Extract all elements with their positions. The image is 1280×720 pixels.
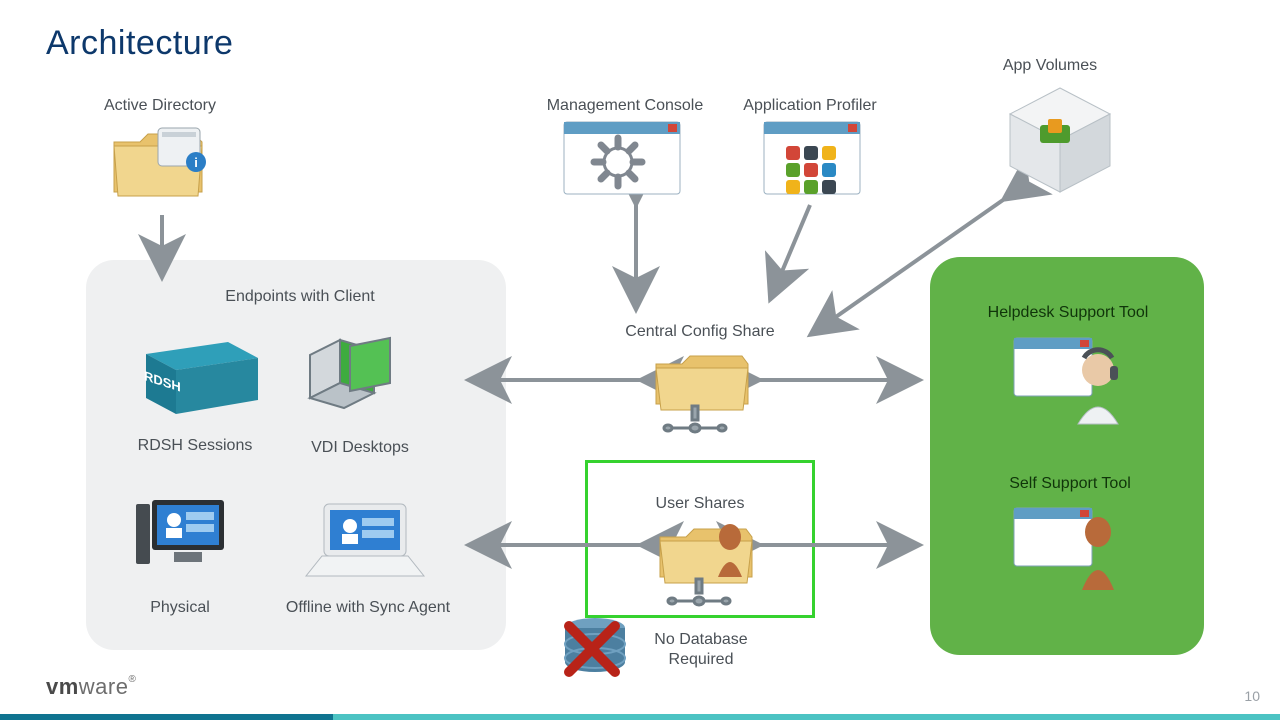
management-console-icon (560, 116, 690, 206)
vmware-logo: vmware® (46, 674, 136, 700)
footer-accent-bar (0, 714, 1280, 720)
user-shares-folder-icon (652, 515, 762, 615)
central-config-folder-icon (648, 342, 758, 442)
offline-laptop-icon (300, 498, 430, 588)
app-volumes-label: App Volumes (980, 56, 1120, 76)
application-profiler-icon (760, 116, 870, 206)
central-config-label: Central Config Share (600, 322, 800, 342)
rdsh-label: RDSH Sessions (120, 436, 270, 456)
user-shares-label: User Shares (640, 494, 760, 514)
no-database-icon (555, 612, 635, 690)
helpdesk-label: Helpdesk Support Tool (958, 303, 1178, 323)
vdi-label: VDI Desktops (290, 438, 430, 458)
endpoints-header-label: Endpoints with Client (170, 287, 430, 307)
slide-title: Architecture (46, 24, 233, 63)
slide-canvas: Architecture Act (0, 0, 1280, 720)
no-database-label: No Database Required (636, 630, 766, 670)
self-support-label: Self Support Tool (980, 474, 1160, 494)
vdi-desktops-icon (300, 328, 410, 428)
vmware-logo-light: ware (79, 674, 129, 699)
svg-text:i: i (194, 155, 198, 170)
physical-label: Physical (130, 598, 230, 618)
offline-label: Offline with Sync Agent (258, 598, 478, 618)
application-profiler-label: Application Profiler (720, 96, 900, 116)
vmware-logo-bold: vm (46, 674, 79, 699)
rdsh-box-icon: RDSH (132, 328, 272, 423)
helpdesk-tool-icon (1010, 328, 1130, 428)
self-support-tool-icon (1010, 498, 1130, 598)
management-console-label: Management Console (520, 96, 730, 116)
page-number: 10 (1244, 688, 1260, 704)
active-directory-folder-icon: i (108, 118, 208, 208)
active-directory-label: Active Directory (80, 96, 240, 116)
physical-pc-icon (130, 490, 240, 585)
app-volumes-cube-icon (1000, 80, 1120, 200)
